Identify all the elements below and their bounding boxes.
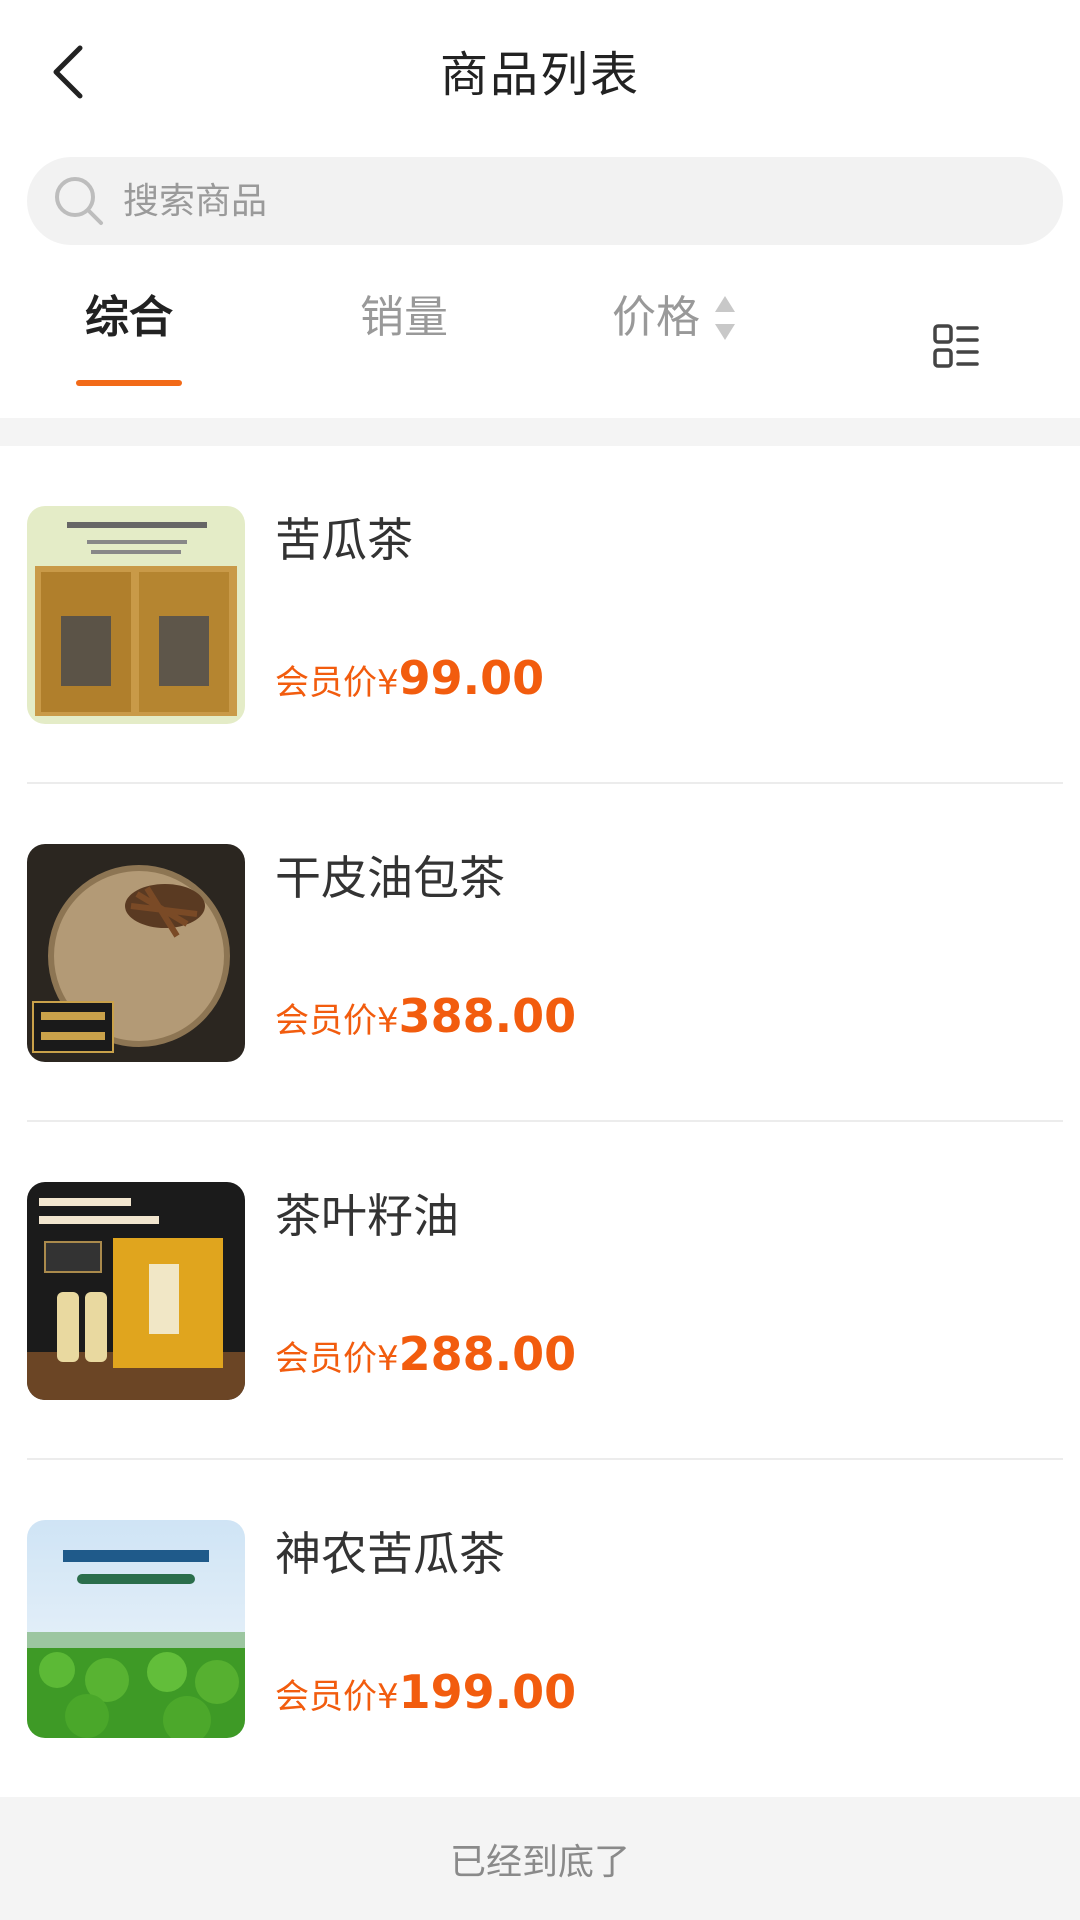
currency-symbol: ¥ [377,1001,399,1041]
price-value: 199.00 [398,1665,577,1719]
list-view-icon[interactable] [932,322,980,370]
section-divider [0,418,1080,446]
price-value: 288.00 [398,1327,577,1381]
product-image-orange-peel-tea [27,844,245,1062]
price-label: 会员价 [275,1001,377,1041]
chevron-left-icon [53,45,83,99]
product-item[interactable]: 神农苦瓜茶 会员价 ¥ 199.00 [27,1460,1063,1798]
product-name: 神农苦瓜茶 [275,1527,505,1581]
currency-symbol: ¥ [377,663,399,703]
product-image-tea-bags [27,506,245,724]
product-name: 苦瓜茶 [275,513,413,567]
product-image-tea-seed-oil [27,1182,245,1400]
product-item[interactable]: 茶叶籽油 会员价 ¥ 288.00 [27,1122,1063,1460]
sort-arrows-icon [714,294,736,342]
price-label: 会员价 [275,1339,377,1379]
tab-comprehensive[interactable]: 综合 [76,290,182,405]
back-button[interactable] [36,36,100,108]
page-title: 商品列表 [439,47,640,103]
product-item[interactable]: 干皮油包茶 会员价 ¥ 388.00 [27,784,1063,1122]
tab-price[interactable]: 价格 [612,290,736,405]
product-image-tea-field [27,1520,245,1738]
tab-label: 价格 [612,292,700,343]
product-name: 茶叶籽油 [275,1189,459,1243]
tab-label: 销量 [360,292,448,343]
product-price: 会员价 ¥ 99.00 [275,651,544,705]
search-input[interactable] [121,179,1025,223]
product-price: 会员价 ¥ 288.00 [275,1327,576,1381]
price-value: 388.00 [398,989,577,1043]
tab-label: 综合 [85,292,173,343]
price-value: 99.00 [398,651,545,705]
price-label: 会员价 [275,663,377,703]
search-icon [55,177,103,225]
sort-tabs: 综合 销量 价格 [0,290,1080,405]
search-bar[interactable] [27,157,1063,245]
product-price: 会员价 ¥ 199.00 [275,1665,576,1719]
product-price: 会员价 ¥ 388.00 [275,989,576,1043]
product-item[interactable]: 苦瓜茶 会员价 ¥ 99.00 [27,446,1063,784]
header: 商品列表 [0,0,1080,140]
currency-symbol: ¥ [377,1339,399,1379]
currency-symbol: ¥ [377,1677,399,1717]
end-of-list-note: 已经到底了 [0,1797,1080,1920]
tab-sales[interactable]: 销量 [360,290,448,405]
active-tab-indicator [76,380,182,386]
product-list-screen: 商品列表 综合 销量 价格 [0,0,1080,1920]
product-name: 干皮油包茶 [275,851,505,905]
price-label: 会员价 [275,1677,377,1717]
